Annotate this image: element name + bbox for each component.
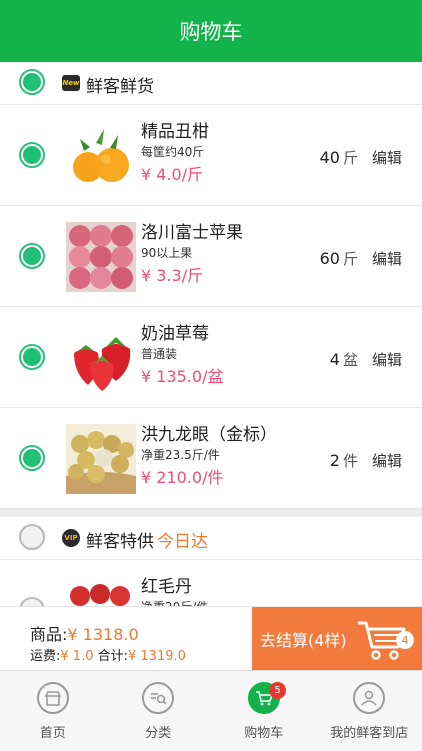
item-select-radio[interactable] [19,597,45,606]
item-spec: 净重23.5斤/件 [141,446,220,463]
bottom-tab-bar: 首页 分类 5 购物车 我的鲜客到店 [0,670,422,751]
group-header-fresh: New 鲜客鲜货 [0,62,422,105]
cart-item: 洪九龙眼（金标） 净重23.5斤/件 ¥ 210.0/件 2件 编辑 [0,408,422,509]
shipping-label: 运费: [30,649,60,664]
strawberry-fruit-icon [66,323,136,393]
tab-label: 购物车 [244,722,283,741]
order-summary: 运费:¥ 1.0 合计:¥ 1319.0 [30,645,186,664]
cart-badge: 5 [269,682,286,699]
edit-button[interactable]: 编辑 [372,248,402,269]
category-search-icon [142,682,174,714]
qty-value: 4 [330,350,340,369]
edit-button[interactable]: 编辑 [372,147,402,168]
item-name: 奶油草莓 [141,319,209,344]
tab-home[interactable]: 首页 [0,671,106,751]
cart-item: 精品丑柑 每筐约40斤 ¥ 4.0/斤 40斤 编辑 [0,105,422,206]
tab-cart[interactable]: 5 购物车 [211,671,317,751]
item-select-radio[interactable] [19,344,45,370]
item-quantity: 2件 [330,450,358,471]
orange-fruit-icon [66,121,136,191]
page-title: 购物车 [180,16,243,46]
tab-label: 首页 [40,722,66,741]
item-price: ¥ 210.0/件 [141,464,223,488]
qty-unit: 件 [343,452,358,470]
tab-label: 分类 [145,722,171,741]
item-spec: 每筐约40斤 [141,143,204,160]
qty-unit: 斤 [343,250,358,268]
item-price: ¥ 3.3/斤 [141,262,203,286]
tab-category[interactable]: 分类 [106,671,212,751]
item-name: 精品丑柑 [141,117,209,142]
item-quantity: 40斤 [320,147,358,168]
group-select-radio[interactable] [19,524,45,550]
checkout-button[interactable]: 去结算(4样) 4 [252,607,422,671]
rambutan-fruit-icon [66,576,136,606]
new-badge-icon: New [62,75,80,91]
tab-label: 我的鲜客到店 [330,722,408,741]
group-title: 鲜客鲜货 [86,72,154,97]
item-select-radio[interactable] [19,243,45,269]
qty-value: 2 [330,451,340,470]
item-spec: 净重20斤/件 [141,598,208,606]
goods-total: 商品:¥ 1318.0 [30,621,139,645]
item-price: ¥ 135.0/盆 [141,363,223,387]
sum-value: ¥ 1319.0 [128,649,186,664]
vip-badge-icon: VIP [62,529,80,547]
checkout-button-label: 去结算(4样) [260,627,347,651]
group-divider [0,509,422,517]
checkout-bar: 商品:¥ 1318.0 运费:¥ 1.0 合计:¥ 1319.0 去结算(4样)… [0,606,422,671]
edit-button[interactable]: 编辑 [372,349,402,370]
goods-total-label: 商品: [30,625,67,644]
longan-fruit-icon [66,424,136,494]
goods-total-value: ¥ 1318.0 [67,625,138,644]
item-quantity: 4盆 [330,349,358,370]
qty-value: 60 [320,249,340,268]
item-select-radio[interactable] [19,445,45,471]
delivery-tag: 今日达 [157,527,208,552]
item-spec: 普通装 [141,345,177,362]
group-title: 鲜客特供 [86,527,154,552]
cart-list[interactable]: New 鲜客鲜货 精品丑柑 每筐约40斤 ¥ 4.0/斤 40斤 编辑 [0,62,422,606]
item-name: 红毛丹 [141,572,192,597]
qty-value: 40 [320,148,340,167]
item-select-radio[interactable] [19,142,45,168]
apple-fruit-icon [66,222,136,292]
shop-icon [37,682,69,714]
app-header: 购物车 [0,0,422,62]
item-name: 洪九龙眼（金标） [141,420,277,445]
cart-count-badge: 4 [396,631,414,649]
group-select-radio[interactable] [19,69,45,95]
item-price: ¥ 4.0/斤 [141,161,203,185]
user-icon [353,682,385,714]
item-name: 洛川富士苹果 [141,218,243,243]
qty-unit: 盆 [343,351,358,369]
item-spec: 90以上果 [141,244,192,261]
edit-button[interactable]: 编辑 [372,450,402,471]
cart-item: 洛川富士苹果 90以上果 ¥ 3.3/斤 60斤 编辑 [0,206,422,307]
shipping-value: ¥ 1.0 [60,649,93,664]
tab-profile[interactable]: 我的鲜客到店 [317,671,422,751]
qty-unit: 斤 [343,149,358,167]
item-quantity: 60斤 [320,248,358,269]
cart-item: 奶油草莓 普通装 ¥ 135.0/盆 4盆 编辑 [0,307,422,408]
group-header-vip: VIP 鲜客特供 今日达 [0,517,422,560]
sum-label: 合计: [98,649,128,664]
cart-item: 红毛丹 净重20斤/件 [0,560,422,606]
